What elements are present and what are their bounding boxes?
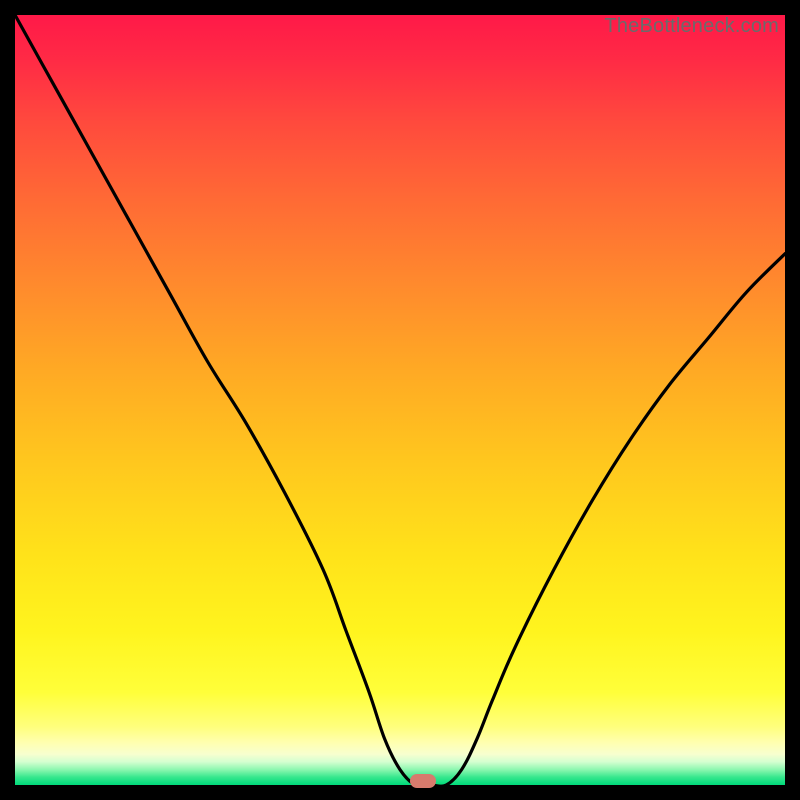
plot-area: TheBottleneck.com (15, 15, 785, 785)
curve-layer (15, 15, 785, 785)
watermark-text: TheBottleneck.com (604, 15, 779, 38)
bottleneck-curve-path (15, 15, 785, 785)
chart-frame: TheBottleneck.com (0, 0, 800, 800)
minimum-marker (410, 774, 436, 788)
